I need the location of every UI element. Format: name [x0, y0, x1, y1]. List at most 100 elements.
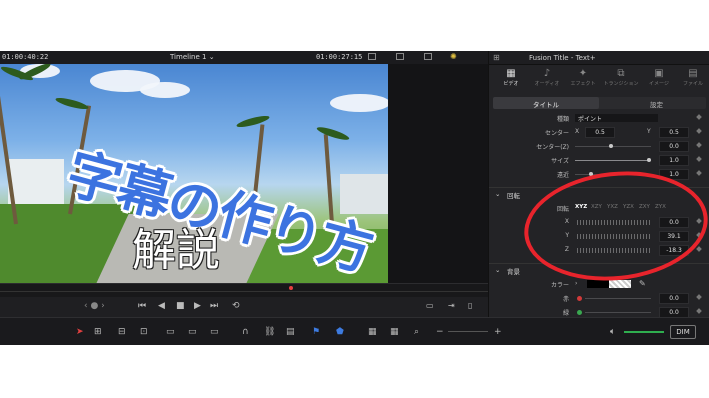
timeline-selector[interactable]: Timeline 1 ⌄: [170, 53, 215, 61]
edit-toolbar: ➤ ⊞ ⊟ ⊡ ▭ ▭ ▭ ∩ ⛓ ▤ ⚑ ⬟ ▦ ▦ ⌕ − + 🔈︎ DIM: [0, 317, 709, 345]
dynamic-trim-icon[interactable]: ⊟: [118, 327, 126, 337]
overwrite-clip-icon[interactable]: ▭: [188, 327, 197, 337]
link-icon[interactable]: ⛓: [264, 327, 275, 337]
loop-button[interactable]: ⟲: [232, 301, 240, 311]
viewer-size-icon[interactable]: [368, 53, 376, 60]
source-timecode: 01:00:40:22: [2, 53, 49, 61]
kind-dropdown[interactable]: ポイント: [575, 114, 658, 123]
fullscreen-icon[interactable]: ▯: [468, 301, 472, 310]
tab-transition[interactable]: ⧉ トランジション: [601, 67, 641, 87]
color-row: カラー › ✎: [489, 279, 709, 290]
overlay-subtitle-text[interactable]: 解説: [132, 214, 220, 278]
flag-icon[interactable]: ⚑: [312, 327, 320, 337]
go-to-end-button[interactable]: ⏭: [210, 301, 218, 311]
red-slider[interactable]: [585, 298, 651, 299]
effects-icon: ✦: [578, 68, 588, 79]
blade-tool-icon[interactable]: ⊡: [140, 327, 148, 337]
building: [8, 159, 64, 204]
playhead[interactable]: [289, 286, 293, 290]
inspector-tabs: ▦ ビデオ ♪ オーディオ ✦ エフェクト ⧉ トランジション ▣ イメージ ▤…: [489, 65, 709, 93]
play-button[interactable]: ▶: [194, 301, 201, 311]
inspector-title: Fusion Title - Text+: [529, 54, 596, 62]
dim-button[interactable]: DIM: [670, 325, 696, 339]
viewer-frame[interactable]: 字幕の作り方 解説: [0, 64, 388, 283]
chevron-right-icon: ›: [575, 280, 578, 287]
color-label: カラー: [550, 282, 569, 289]
scrub-track: [0, 291, 488, 292]
red-label: 赤: [562, 296, 569, 303]
inspector-icon[interactable]: ⊞: [493, 53, 500, 62]
zoom-custom-icon[interactable]: ⌕: [414, 327, 419, 337]
center-x-input[interactable]: 0.5: [585, 127, 615, 138]
tab-label: イメージ: [649, 81, 669, 87]
next-clip-icon[interactable]: ⇥: [448, 301, 455, 310]
lock-icon[interactable]: ▤: [286, 327, 295, 337]
eyedropper-icon[interactable]: ✎: [639, 279, 646, 288]
page-indicator[interactable]: ‹ ● ›: [84, 301, 105, 311]
subtab-title[interactable]: タイトル: [493, 97, 599, 109]
size-slider[interactable]: [575, 160, 651, 161]
keyframe-icon[interactable]: [696, 114, 702, 120]
center-z-input[interactable]: 0.0: [659, 141, 689, 152]
tab-video[interactable]: ▦ ビデオ: [493, 67, 529, 87]
chevron-down-icon: ⌄: [208, 53, 215, 61]
subtab-settings[interactable]: 設定: [650, 99, 663, 109]
center-y-input[interactable]: 0.5: [659, 127, 689, 138]
record-timecode: 01:00:27:15: [316, 53, 363, 61]
trim-tool-icon[interactable]: ⊞: [94, 327, 102, 337]
keyframe-icon[interactable]: [696, 308, 702, 314]
zoom-slider[interactable]: [448, 331, 488, 332]
size-label: サイズ: [551, 158, 569, 165]
zoom-detail-icon[interactable]: ▦: [390, 327, 399, 337]
green-dot: [577, 310, 582, 315]
tab-file[interactable]: ▤ ファイル: [675, 67, 709, 87]
volume-slider[interactable]: [624, 331, 664, 333]
select-tool-icon[interactable]: ➤: [76, 327, 84, 337]
go-to-start-button[interactable]: ⏮: [138, 301, 146, 311]
palm-frond: [235, 113, 271, 130]
zoom-out-icon[interactable]: −: [436, 327, 444, 337]
zoom-in-icon[interactable]: +: [494, 327, 502, 337]
keyframe-icon[interactable]: [696, 156, 702, 162]
match-frame-icon[interactable]: ▭: [426, 301, 434, 310]
slider-knob[interactable]: [609, 144, 613, 148]
zoom-full-icon[interactable]: ▦: [368, 327, 377, 337]
cloud: [140, 82, 190, 98]
keyframe-icon[interactable]: [696, 142, 702, 148]
size-input[interactable]: 1.0: [659, 155, 689, 166]
rotation-section-title: 回転: [507, 192, 520, 200]
play-reverse-button[interactable]: ◀: [158, 301, 165, 311]
center-z-slider[interactable]: [575, 146, 651, 147]
keyframe-icon[interactable]: [696, 294, 702, 300]
red-input[interactable]: 0.0: [659, 293, 689, 304]
speaker-icon[interactable]: 🔈︎: [610, 327, 615, 337]
keyframe-icon[interactable]: [696, 170, 702, 176]
color-icon[interactable]: ✺: [450, 52, 457, 61]
keyframe-icon[interactable]: [696, 128, 702, 134]
palm-frond: [315, 124, 351, 143]
transition-icon: ⧉: [617, 68, 625, 79]
center-z-row: センター(Z) 0.0: [489, 141, 709, 152]
marker-icon[interactable]: ⬟: [336, 327, 344, 337]
viewer-scrubber[interactable]: [0, 283, 488, 298]
tab-label: ファイル: [682, 81, 703, 87]
tab-image[interactable]: ▣ イメージ: [641, 67, 677, 87]
tab-audio[interactable]: ♪ オーディオ: [529, 67, 565, 87]
color-swatch[interactable]: [587, 280, 609, 288]
viewer-mode-icon[interactable]: [396, 53, 404, 60]
timeline-name: Timeline 1: [170, 53, 207, 61]
green-slider[interactable]: [585, 312, 651, 313]
insert-clip-icon[interactable]: ▭: [166, 327, 175, 337]
perspective-label: 遠近: [556, 172, 569, 179]
alpha-swatch[interactable]: [609, 280, 631, 288]
palm-frond: [54, 95, 90, 112]
snapping-icon[interactable]: ∩: [242, 327, 249, 337]
stop-button[interactable]: ■: [176, 301, 185, 311]
replace-clip-icon[interactable]: ▭: [210, 327, 219, 337]
subtab-title-label: タイトル: [533, 101, 559, 109]
tab-effects[interactable]: ✦ エフェクト: [565, 67, 601, 87]
overlay-icon[interactable]: [424, 53, 432, 60]
film-icon: ▦: [506, 68, 516, 79]
slider-knob[interactable]: [647, 158, 651, 162]
keyframe-icon[interactable]: [696, 246, 702, 252]
